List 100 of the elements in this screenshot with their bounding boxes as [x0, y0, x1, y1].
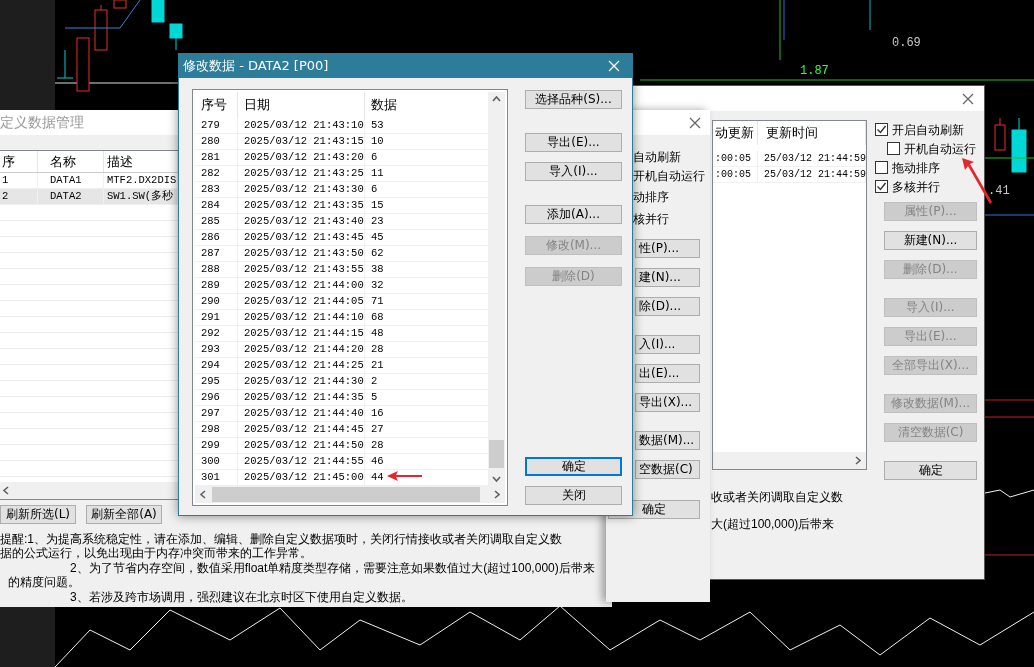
column-header[interactable]: 日期 — [238, 92, 365, 118]
table-cell: 2025/03/12 21:44:15 — [238, 326, 365, 341]
checkbox[interactable] — [875, 123, 888, 136]
column-header[interactable]: 序号 — [195, 92, 238, 118]
table-cell: 2025/03/12 21:44:45 — [238, 422, 365, 437]
table-cell: 294 — [195, 358, 238, 373]
table-cell: 2025/03/12 21:44:20 — [238, 342, 365, 357]
dialog-button[interactable]: 确定 — [525, 457, 622, 476]
table-cell: 296 — [195, 390, 238, 405]
chart-line — [779, 0, 781, 61]
chevron-right-icon — [853, 456, 862, 465]
dialog-button[interactable]: 导出(X)... — [635, 393, 700, 412]
chart-line — [984, 554, 1034, 556]
checkbox-label: 动排序 — [633, 189, 670, 206]
dialog-button[interactable]: 选择品种(S)... — [525, 90, 622, 109]
table-cell: 288 — [195, 262, 238, 277]
table-cell: 281 — [195, 150, 238, 165]
checkbox-label: 开机自动运行 — [633, 167, 706, 185]
dialog-button[interactable]: 关闭 — [525, 486, 622, 505]
note-text: 2、为了节省内存空间，数值采用float单精度类型存储，需要注意如果数值过大(超过100,000)后带来 的精度问题。 — [7, 561, 596, 589]
chart-line — [984, 399, 1034, 401]
note-text: 3、若涉及跨市场调用，强烈建议在北京时区下使用自定义数据。 — [69, 590, 414, 604]
table-cell: 2025/03/12 21:44:30 — [238, 374, 365, 389]
table-cell: 291 — [195, 310, 238, 325]
table-cell: 300 — [195, 454, 238, 469]
price-tick-mark — [56, 49, 74, 79]
dialog-button[interactable]: 添加(A)... — [525, 205, 622, 224]
column-header[interactable]: 名称 — [38, 151, 104, 172]
chart-line — [869, 0, 871, 31]
table-cell: 2025/03/12 21:45:00 — [238, 470, 365, 485]
horizontal-scrollbar[interactable] — [195, 486, 505, 503]
table-cell: 2025/03/12 21:44:25 — [238, 358, 365, 373]
table-cell: 1 — [0, 173, 38, 188]
dialog-button[interactable]: 建(N)... — [635, 268, 700, 287]
note-text: 大(超过100,000)后带来 — [711, 517, 836, 531]
dialog-button[interactable]: 入(I)... — [635, 335, 700, 354]
window-title: 定义数据管理 — [0, 113, 84, 132]
table-cell: 2025/03/12 21:43:55 — [238, 262, 365, 277]
price-label: 1.87 — [800, 64, 829, 78]
close-icon — [689, 116, 701, 129]
table-row[interactable]: 2 DATA2 SW1.SW(多秒 — [0, 189, 178, 205]
note-text: 提醒:1、为提高系统稳定性，请在添加、编辑、删除自定义数据项时，关闭行情接收或者关闭调取自定义数 据的公式运行，以免出现由于内存冲突而带来的工作异常。 — [0, 532, 563, 560]
table-cell: 2025/03/12 21:43:35 — [238, 198, 365, 213]
dialog-button[interactable]: 刷新全部(A) — [86, 505, 162, 524]
table-cell: 2 — [0, 189, 38, 204]
table-cell: 2025/03/12 21:44:55 — [238, 454, 365, 469]
checkbox[interactable] — [875, 180, 888, 193]
checkmark-icon — [876, 124, 887, 135]
close-icon — [608, 60, 620, 72]
table-cell: 2025/03/12 21:44:50 — [238, 438, 365, 453]
column-header[interactable]: 序 — [0, 151, 38, 172]
table-cell: 286 — [195, 230, 238, 245]
dialog-button[interactable]: 导入(I)... — [525, 162, 622, 181]
chevron-down-icon — [492, 474, 501, 483]
scroll-thumb[interactable] — [212, 487, 480, 502]
table-cell: 25/03/12 21:44:59 — [758, 167, 866, 182]
table-cell: 25/03/12 21:44:59 — [758, 151, 866, 166]
price-label: .41 — [988, 184, 1010, 198]
table-cell: 2025/03/12 21:43:10 — [238, 118, 365, 133]
dialog-button[interactable]: 空数据(C) — [635, 460, 700, 479]
chevron-up-icon — [492, 95, 501, 104]
checkbox-label: 拖动排序 — [892, 159, 940, 177]
candlestick — [1011, 117, 1027, 173]
table-cell: 2025/03/12 21:43:30 — [238, 182, 365, 197]
chart-line — [984, 214, 1034, 216]
table-cell: 283 — [195, 182, 238, 197]
dialog-button[interactable]: 除(D)... — [635, 297, 700, 316]
candlestick — [94, 4, 108, 51]
dialog-button[interactable]: 确定 — [884, 461, 977, 480]
dialog-button[interactable]: 出(E)... — [635, 364, 700, 383]
window-title: 修改数据 - DATA2 [P00] — [183, 57, 329, 76]
checkbox[interactable] — [887, 142, 900, 155]
chevron-left-icon — [199, 490, 208, 499]
dialog-button[interactable]: 数据(M)... — [635, 431, 700, 450]
table-cell: :00:05 — [713, 167, 758, 182]
checkbox-label: 开启自动刷新 — [892, 121, 964, 139]
table-cell: 2025/03/12 21:44:40 — [238, 406, 365, 421]
dialog-button[interactable]: 性(P)... — [635, 239, 700, 258]
table-cell: :00:05 — [713, 151, 758, 166]
checkbox[interactable] — [875, 161, 888, 174]
checkbox-label: 开机自动运行 — [904, 140, 976, 158]
chart-line — [984, 416, 1034, 418]
scroll-thumb[interactable] — [489, 440, 504, 468]
table-cell: 279 — [195, 118, 238, 133]
table-cell: 2025/03/12 21:43:40 — [238, 214, 365, 229]
horizontal-scrollbar[interactable] — [713, 452, 866, 469]
table-cell: 2025/03/12 21:43:20 — [238, 150, 365, 165]
horizontal-scrollbar[interactable] — [0, 482, 178, 499]
table-cell: 301 — [195, 470, 238, 485]
table-cell: 293 — [195, 342, 238, 357]
table-cell: 2025/03/12 21:44:35 — [238, 390, 365, 405]
checkbox-label: 核并行 — [633, 210, 670, 228]
vertical-scrollbar[interactable] — [488, 92, 505, 486]
dialog-button[interactable]: 导出(E)... — [525, 133, 622, 152]
table-cell: 285 — [195, 214, 238, 229]
candlestick — [76, 37, 90, 92]
dialog-button[interactable]: 新建(N)... — [884, 231, 977, 250]
candlestick — [994, 117, 1006, 151]
table-cell: 289 — [195, 278, 238, 293]
dialog-button[interactable]: 刷新所选(L) — [0, 505, 76, 524]
